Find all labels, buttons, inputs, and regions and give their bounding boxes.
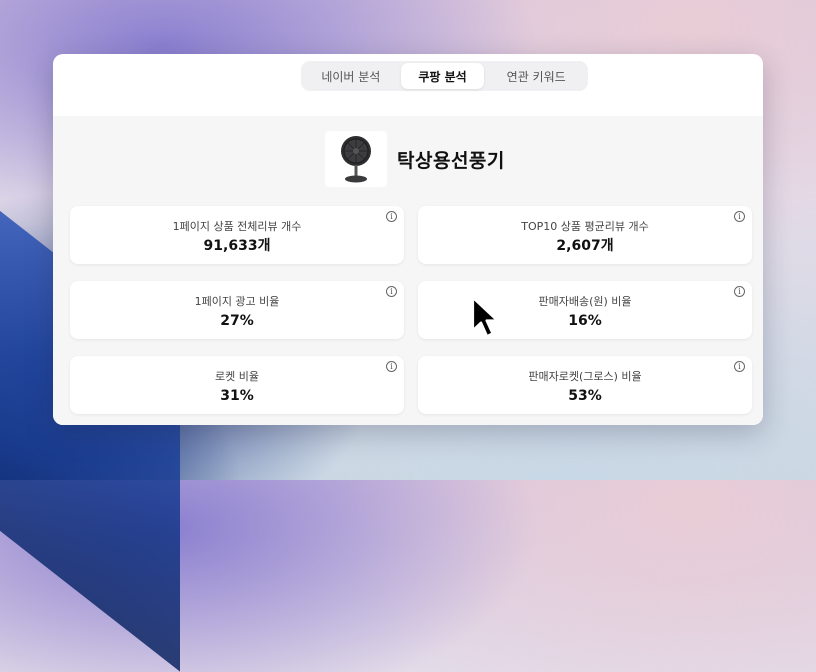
stat-value: 16% [568,313,602,329]
tab-bar: 네이버 분석 쿠팡 분석 연관 키워드 [301,61,588,91]
stat-label: 판매자로켓(그로스) 비율 [528,370,642,383]
tab-related-keywords[interactable]: 연관 키워드 [488,63,584,89]
stat-card-seller-delivery-ratio: 판매자배송(원) 비율 16% i [418,281,752,339]
stat-card-ad-ratio: 1페이지 광고 비율 27% i [70,281,404,339]
tab-naver-analysis[interactable]: 네이버 분석 [305,63,397,89]
info-icon[interactable]: i [386,211,397,222]
info-icon[interactable]: i [386,361,397,372]
info-icon[interactable]: i [734,286,745,297]
stat-card-rocket-ratio: 로켓 비율 31% i [70,356,404,414]
product-header: 탁상용선풍기 [325,130,505,188]
stat-value: 2,607개 [556,238,614,254]
desk-fan-icon [341,136,371,183]
stat-label: 판매자배송(원) 비율 [538,295,632,308]
info-icon[interactable]: i [734,361,745,372]
stat-value: 27% [220,313,254,329]
info-icon[interactable]: i [734,211,745,222]
analysis-window: 네이버 분석 쿠팡 분석 연관 키워드 탁상용선풍기 1페이지 상품 전체리뷰 … [53,54,763,425]
stat-card-total-reviews: 1페이지 상품 전체리뷰 개수 91,633개 i [70,206,404,264]
stat-label: 로켓 비율 [215,370,259,383]
stat-value: 31% [220,388,254,404]
mouse-cursor-icon [471,296,499,338]
stat-card-seller-rocket-growth-ratio: 판매자로켓(그로스) 비율 53% i [418,356,752,414]
product-name: 탁상용선풍기 [397,149,505,172]
info-icon[interactable]: i [386,286,397,297]
stat-label: 1페이지 상품 전체리뷰 개수 [172,220,302,233]
analysis-panel: 탁상용선풍기 1페이지 상품 전체리뷰 개수 91,633개 i TOP10 상… [53,116,763,425]
stat-label: 1페이지 광고 비율 [194,295,280,308]
product-thumbnail [325,131,387,187]
stat-value: 91,633개 [203,238,271,254]
stat-card-top10-avg-reviews: TOP10 상품 평균리뷰 개수 2,607개 i [418,206,752,264]
tab-coupang-analysis[interactable]: 쿠팡 분석 [400,63,485,89]
stat-value: 53% [568,388,602,404]
stat-label: TOP10 상품 평균리뷰 개수 [521,220,649,233]
